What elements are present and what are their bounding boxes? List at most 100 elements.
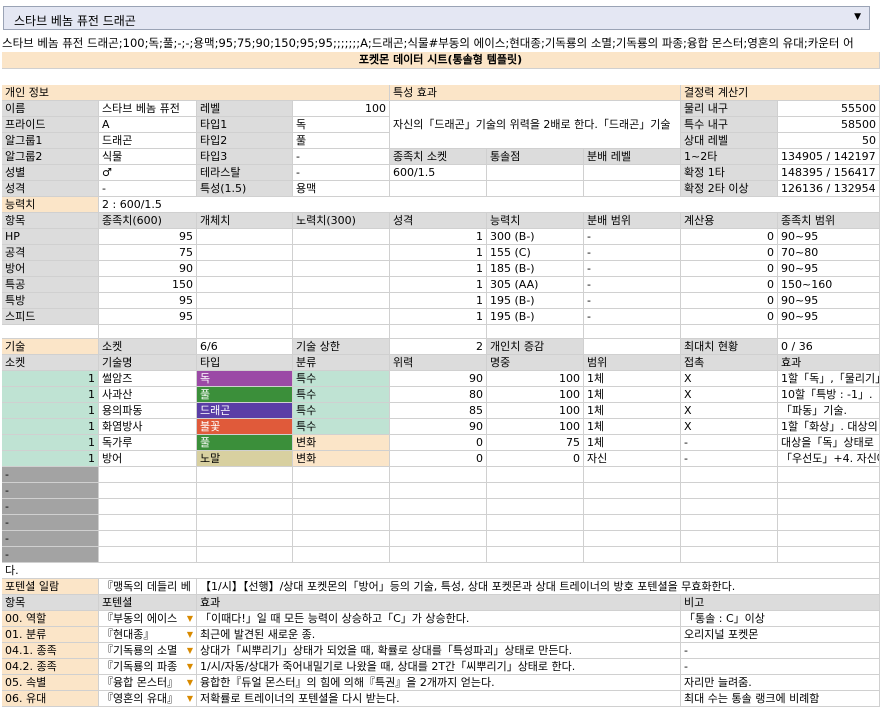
cell[interactable] [584, 181, 681, 197]
trait-sub-head[interactable]: 통솔점 [487, 149, 584, 165]
potential-name[interactable]: 『현대종』 ▼ [99, 627, 197, 643]
stat-range[interactable]: 90~95 [778, 293, 880, 309]
stat-name[interactable]: HP [2, 229, 99, 245]
empty-socket[interactable]: - [2, 467, 99, 483]
skill-contact[interactable]: X [681, 387, 778, 403]
potential-item[interactable]: 06. 유대 [2, 691, 99, 707]
stats-header[interactable]: 종족치(600) [99, 213, 197, 229]
skill-type[interactable]: 풀 [197, 435, 293, 451]
potential-effect[interactable]: 최근에 발견된 새로운 종. [197, 627, 681, 643]
stat-iv[interactable] [197, 229, 293, 245]
decisive-key[interactable]: 확정 2타 이상 [681, 181, 778, 197]
stat-dist[interactable]: - [584, 245, 681, 261]
stat-base[interactable]: 95 [99, 293, 197, 309]
potential-effect[interactable]: 「이때다!」일 때 모든 능력이 상승하고「C」가 상승한다. [197, 611, 681, 627]
dropdown-arrow-icon[interactable]: ▼ [187, 691, 193, 706]
personal-value[interactable]: 드래곤 [99, 133, 197, 149]
potential-item[interactable]: 05. 속별 [2, 675, 99, 691]
skill-effect[interactable]: 대상을「독」상태로 [778, 435, 880, 451]
skill-class[interactable]: 특수 [293, 419, 390, 435]
skill-class[interactable]: 특수 [293, 371, 390, 387]
stat-iv[interactable] [197, 309, 293, 325]
skill-contact[interactable]: - [681, 451, 778, 467]
potential-label[interactable]: 포텐셜 일람 [2, 579, 99, 595]
skill-socket[interactable]: 1 [2, 451, 99, 467]
skills-header[interactable]: 범위 [584, 355, 681, 371]
decisive-key[interactable]: 물리 내구 [681, 101, 778, 117]
dropdown-arrow-icon[interactable]: ▼ [187, 643, 193, 658]
potential-item[interactable]: 00. 역할 [2, 611, 99, 627]
potential-note[interactable]: - [681, 659, 880, 675]
potential-effect[interactable]: 저확률로 트레이너의 포텐셜을 다시 받는다. [197, 691, 681, 707]
skill-socket[interactable]: 1 [2, 435, 99, 451]
stat-range[interactable]: 70~80 [778, 245, 880, 261]
stat-iv[interactable] [197, 293, 293, 309]
cell[interactable] [681, 483, 778, 499]
decisive-key[interactable]: 특수 내구 [681, 117, 778, 133]
stat-calc[interactable]: 0 [681, 261, 778, 277]
cell[interactable] [778, 483, 880, 499]
stats-header[interactable]: 능력치 [487, 213, 584, 229]
stat-base[interactable]: 150 [99, 277, 197, 293]
cell[interactable] [487, 181, 584, 197]
personal-key[interactable]: 프라이드 [2, 117, 99, 133]
stat-nature[interactable]: 1 [390, 245, 487, 261]
stat-nature[interactable]: 1 [390, 261, 487, 277]
cell[interactable] [584, 339, 681, 355]
cell[interactable] [99, 467, 197, 483]
skill-range[interactable]: 1체 [584, 435, 681, 451]
personal-value[interactable]: 용맥 [293, 181, 390, 197]
potential-name[interactable]: 『영혼의 유대』 ▼ [99, 691, 197, 707]
cell[interactable] [584, 531, 681, 547]
skill-type[interactable]: 풀 [197, 387, 293, 403]
stat-nature[interactable]: 1 [390, 277, 487, 293]
skill-power[interactable]: 90 [390, 419, 487, 435]
stat-value[interactable]: 305 (AA) [487, 277, 584, 293]
skills-header[interactable]: 분류 [293, 355, 390, 371]
cell[interactable] [197, 515, 293, 531]
skill-range[interactable]: 1체 [584, 387, 681, 403]
cell[interactable] [293, 467, 390, 483]
potential-note[interactable]: 자리만 늘려줌. [681, 675, 880, 691]
stat-range[interactable]: 150~160 [778, 277, 880, 293]
skill-accuracy[interactable]: 75 [487, 435, 584, 451]
stat-range[interactable]: 90~95 [778, 229, 880, 245]
sheet-title[interactable]: 포켓몬 데이터 시트(통솔형 템플릿) [2, 52, 880, 69]
pokemon-select[interactable]: 스타브 베놈 퓨전 드래곤 ▼ [3, 6, 870, 30]
skills-header[interactable]: 위력 [390, 355, 487, 371]
potential-header[interactable]: 포텐셜 [99, 595, 197, 611]
stat-ev[interactable] [293, 277, 390, 293]
empty-socket[interactable]: - [2, 547, 99, 563]
skill-name[interactable]: 용의파동 [99, 403, 197, 419]
personal-value[interactable]: ♂ [99, 165, 197, 181]
skill-socket[interactable]: 1 [2, 387, 99, 403]
skill-effect[interactable]: 10할「특방 : -1」. [778, 387, 880, 403]
skill-name[interactable]: 방어 [99, 451, 197, 467]
potential-effect[interactable]: 상대가「씨뿌리기」상태가 되었을 때, 확률로 상대를「특성파괴」상태로 만든다… [197, 643, 681, 659]
skill-type[interactable]: 드래곤 [197, 403, 293, 419]
potential-note[interactable]: 최대 수는 통솔 랭크에 비례함 [681, 691, 880, 707]
potential-desc-b[interactable]: 【1/시】【선행】/상대 포켓몬의「방어」등의 기술, 특성, 상대 포켓몬과 … [197, 579, 880, 595]
cell[interactable] [681, 325, 778, 339]
cell[interactable] [778, 499, 880, 515]
skills-label[interactable]: 개인치 증감 [487, 339, 584, 355]
skill-accuracy[interactable]: 100 [487, 387, 584, 403]
skills-label[interactable]: 최대치 현황 [681, 339, 778, 355]
decisive-key[interactable]: 확정 1타 [681, 165, 778, 181]
section-trait[interactable]: 특성 효과 [390, 85, 681, 101]
cell[interactable] [293, 531, 390, 547]
skills-label[interactable]: 기술 상한 [293, 339, 390, 355]
stat-dist[interactable]: - [584, 309, 681, 325]
personal-value[interactable]: 독 [293, 117, 390, 133]
cell[interactable] [487, 547, 584, 563]
potential-name[interactable]: 『부동의 에이스 ▼ [99, 611, 197, 627]
skill-name[interactable]: 화염방사 [99, 419, 197, 435]
personal-key[interactable]: 타입3 [197, 149, 293, 165]
stat-base[interactable]: 95 [99, 229, 197, 245]
stat-name[interactable]: 특방 [2, 293, 99, 309]
cell[interactable] [293, 499, 390, 515]
skill-power[interactable]: 90 [390, 371, 487, 387]
personal-value[interactable]: 풀 [293, 133, 390, 149]
skills-label[interactable]: 기술 [2, 339, 99, 355]
cell[interactable] [197, 467, 293, 483]
